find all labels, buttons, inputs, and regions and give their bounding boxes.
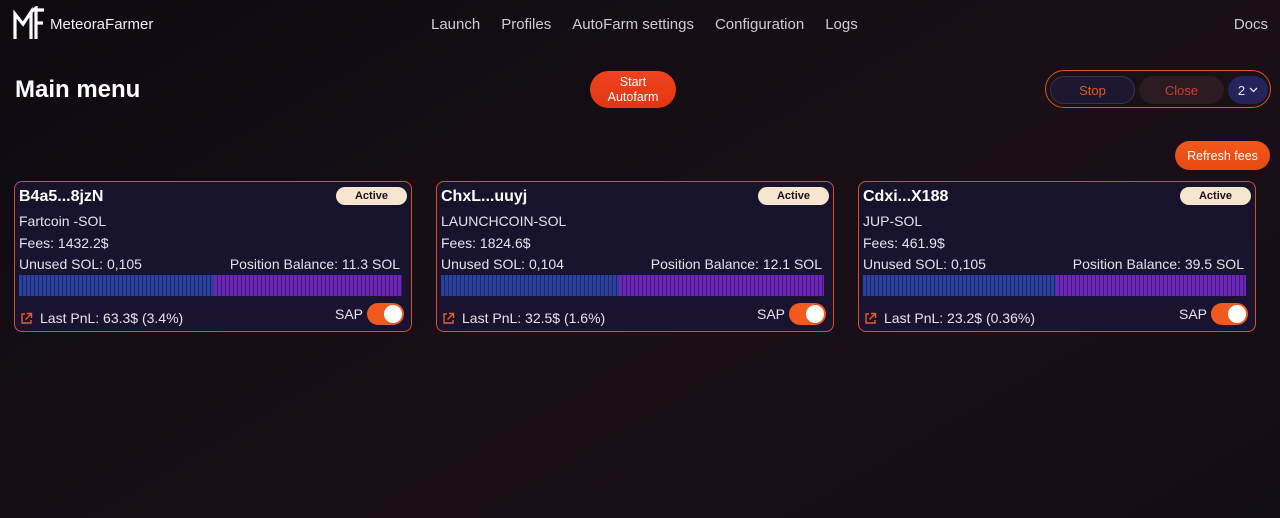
liquidity-bar-secondary [214,275,402,296]
fees-value: Fees: 1824.6$ [441,235,531,251]
chevron-down-icon [1249,87,1258,93]
liquidity-bar-primary [863,275,1057,296]
stop-button[interactable]: Stop [1050,76,1135,104]
brand-name[interactable]: MeteoraFarmer [50,16,153,33]
external-link-icon[interactable] [20,312,33,325]
toggle-knob [1228,305,1246,323]
position-id: Cdxi...X188 [863,188,949,205]
status-badge: Active [336,187,407,205]
nav-profiles[interactable]: Profiles [501,16,551,33]
nav-autofarm-settings[interactable]: AutoFarm settings [572,16,694,33]
unused-sol: Unused SOL: 0,105 [863,256,986,272]
unused-sol: Unused SOL: 0,105 [19,256,142,272]
sap-label: SAP [334,306,363,322]
nav-launch[interactable]: Launch [431,16,480,33]
start-autofarm-button[interactable]: Start Autofarm [590,71,676,108]
pair-name: LAUNCHCOIN-SOL [441,213,567,229]
sap-toggle[interactable] [789,303,826,325]
toggle-knob [384,305,402,323]
position-card: Cdxi...X188 Active JUP-SOL Fees: 461.9$ … [858,181,1256,332]
liquidity-bar-primary [441,275,620,296]
last-pnl: Last PnL: 23.2$ (0.36%) [884,310,1035,326]
position-id: ChxL...uuyj [441,188,528,205]
page-title: Main menu [15,76,141,103]
unused-sol: Unused SOL: 0,104 [441,256,564,272]
position-balance: Position Balance: 12.1 SOL [650,256,822,272]
top-navbar: MeteoraFarmer Launch Profiles AutoFarm s… [0,0,1280,50]
pair-name: JUP-SOL [863,213,923,229]
status-badge: Active [1180,187,1251,205]
fees-value: Fees: 461.9$ [863,235,945,251]
close-button[interactable]: Close [1139,76,1224,104]
external-link-icon[interactable] [442,312,455,325]
toggle-knob [806,305,824,323]
meteora-farmer-logo-icon[interactable] [12,6,46,42]
liquidity-bar [19,275,402,296]
position-id: B4a5...8jzN [19,188,104,205]
liquidity-bar-secondary [1056,275,1246,296]
liquidity-bar [863,275,1246,296]
nav-docs[interactable]: Docs [1234,16,1268,33]
sap-toggle[interactable] [367,303,404,325]
position-balance: Position Balance: 11.3 SOL [229,256,400,272]
sap-label: SAP [756,306,785,322]
pair-name: Fartcoin -SOL [19,213,107,229]
nav-logs[interactable]: Logs [825,16,858,33]
nav-links: Launch Profiles AutoFarm settings Config… [431,16,858,33]
sap-label: SAP [1178,306,1207,322]
last-pnl: Last PnL: 32.5$ (1.6%) [462,310,606,326]
status-badge: Active [758,187,829,205]
count-value: 2 [1237,82,1246,98]
count-select[interactable]: 2 [1228,76,1268,104]
position-balance: Position Balance: 39.5 SOL [1072,256,1244,272]
refresh-fees-button[interactable]: Refresh fees [1175,141,1270,170]
liquidity-bar-primary [19,275,215,296]
start-autofarm-label: Start Autofarm [607,74,659,104]
liquidity-bar [441,275,824,296]
liquidity-bar-secondary [619,275,824,296]
last-pnl: Last PnL: 63.3$ (3.4%) [40,310,184,326]
farm-controls: Stop Close 2 [1045,70,1271,108]
position-card: ChxL...uuyj Active LAUNCHCOIN-SOL Fees: … [436,181,834,332]
position-card: B4a5...8jzN Active Fartcoin -SOL Fees: 1… [14,181,412,332]
sap-toggle[interactable] [1211,303,1248,325]
fees-value: Fees: 1432.2$ [19,235,109,251]
nav-configuration[interactable]: Configuration [715,16,804,33]
external-link-icon[interactable] [864,312,877,325]
